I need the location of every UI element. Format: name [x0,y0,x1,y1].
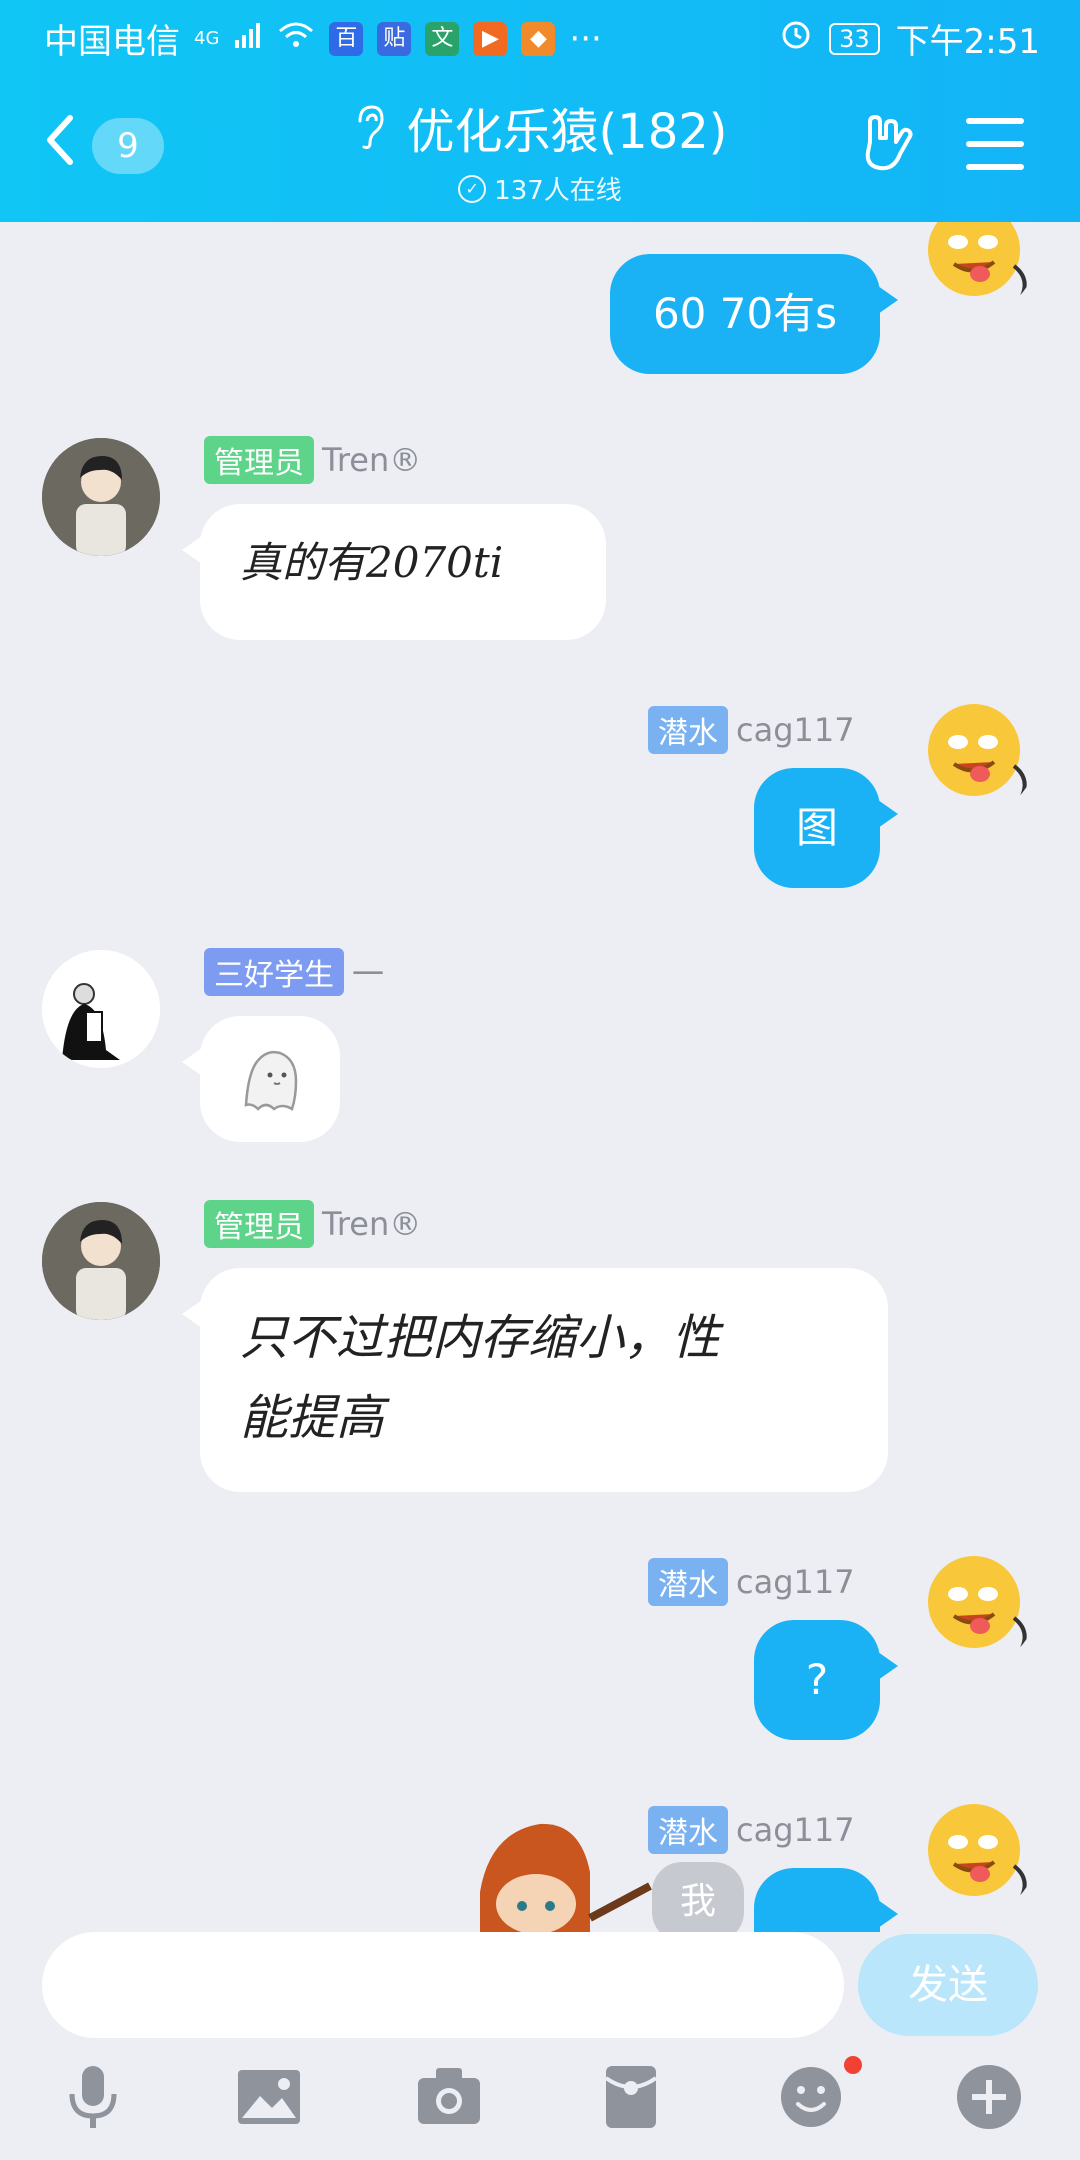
person-avatar-icon [42,1202,160,1320]
check-circle-icon: ✓ [458,174,487,203]
video-app-icon: ▶ [473,21,508,56]
sticker-bubble[interactable] [182,1016,340,1142]
chat-title-area[interactable]: 优化乐猿(182) ✓ 137人在线 [300,92,780,207]
person-avatar-icon [42,438,160,556]
sender-meta: 潜水 cag117 [648,706,855,754]
alarm-icon [779,17,813,60]
avatar[interactable] [42,950,160,1068]
group-name: 优化乐猿(182) [406,104,728,160]
camera-button[interactable] [414,2062,484,2132]
battery-indicator: 33 [829,22,880,55]
hamburger-icon [966,118,1024,170]
image-button[interactable] [234,2062,304,2132]
sender-meta: 管理员 Tren® [204,436,421,484]
laughing-face-avatar-icon [928,222,1027,297]
message-line: 只不过把内存缩小，性 [240,1310,721,1366]
carrier-label: 中国电信 [44,22,180,62]
sender-meta: 潜水 cag117 [648,1558,855,1606]
message-bubble[interactable]: 60 70有s [610,254,898,374]
message-bubble[interactable]: 只不过把内存缩小，性 能提高 [182,1268,888,1492]
sender-name[interactable]: cag117 [736,711,855,749]
send-button[interactable]: 发送 [858,1934,1038,2036]
role-badge: 潜水 [648,1806,728,1854]
avatar[interactable] [918,222,1036,314]
laughing-face-avatar-icon [928,1804,1027,1897]
message-bubble[interactable]: ? [754,1620,898,1740]
voice-button[interactable] [58,2062,128,2132]
more-notifications-icon: ··· [569,18,602,59]
laughing-face-avatar-icon [928,704,1027,797]
avatar[interactable] [42,1202,160,1320]
status-right: 33 下午2:51 [779,14,1040,63]
ghost-sticker-icon [244,1050,298,1111]
chat-area[interactable]: 60 70有s 管理员 Tren® 真的有2070ti 潜水 cag117 图 … [0,222,1080,1932]
dark-figure-avatar-icon [42,950,160,1068]
wenku-app-icon: 文 [425,21,460,56]
message-input[interactable] [42,1932,844,2038]
ear-icon [358,105,384,149]
wifi-icon [277,19,315,59]
sender-name[interactable]: Tren® [322,1205,421,1243]
game-app-icon: ◆ [521,21,556,56]
more-button[interactable] [954,2062,1024,2132]
rock-hand-icon [865,115,913,171]
message-bubble[interactable]: 真的有2070ti [182,504,606,640]
baidu-app-icon: 百 [329,21,364,56]
sender-name[interactable]: cag117 [736,1811,855,1849]
microphone-icon [69,2066,117,2128]
smiley-face-icon [781,2067,841,2127]
notification-dot [844,2056,862,2074]
boy-character-icon [480,1823,652,1932]
menu-button[interactable] [966,118,1024,170]
online-count: ✓ 137人在线 [458,170,622,207]
role-badge: 三好学生 [204,948,344,996]
message-bubble-partial[interactable] [754,1868,898,1932]
avatar[interactable] [918,696,1036,814]
avatar[interactable] [918,1796,1036,1914]
plus-circle-icon [957,2065,1021,2129]
status-left: 中国电信 4G 百 贴 文 ▶ ◆ ··· [44,14,602,63]
chevron-left-icon [47,115,73,165]
back-button[interactable] [40,110,80,170]
online-label: 137人在线 [494,176,622,206]
camera-icon [418,2068,480,2124]
message-line: 能提高 [240,1390,385,1446]
input-bar: 发送 [0,1932,1080,2160]
red-packet-icon [604,2066,658,2128]
message-bubble[interactable]: 图 [754,768,898,888]
small-bubble[interactable]: 我 [652,1862,744,1932]
unread-count-badge[interactable]: 9 [92,118,164,174]
sender-meta: 潜水 cag117 [648,1806,855,1854]
clock: 下午2:51 [895,22,1040,62]
sender-meta: 管理员 Tren® [204,1200,421,1248]
rock-hand-button[interactable] [856,112,920,176]
signal-icon [233,19,263,59]
avatar[interactable] [918,1548,1036,1666]
status-bar: 中国电信 4G 百 贴 文 ▶ ◆ ··· 33 下午2:51 [0,0,1080,74]
group-title: 优化乐猿(182) [352,92,728,162]
network-label: 4G [194,28,220,49]
toolbar [0,2056,1080,2152]
red-packet-button[interactable] [596,2062,666,2132]
role-badge: 管理员 [204,436,314,484]
role-badge: 管理员 [204,1200,314,1248]
avatar[interactable] [42,438,160,556]
role-badge: 潜水 [648,706,728,754]
cartoon-character-sticker [470,1812,660,1932]
sender-name[interactable]: cag117 [736,1563,855,1601]
laughing-face-avatar-icon [928,1556,1027,1649]
top-header: 中国电信 4G 百 贴 文 ▶ ◆ ··· 33 下午2:51 9 优化乐猿(1… [0,0,1080,222]
tieba-app-icon: 贴 [377,21,412,56]
sender-name[interactable]: Tren® [322,441,421,479]
emoji-button[interactable] [776,2056,862,2132]
sender-meta: 三好学生 一 [204,948,384,996]
picture-icon [238,2070,300,2124]
role-badge: 潜水 [648,1558,728,1606]
sender-name[interactable]: 一 [352,949,384,995]
